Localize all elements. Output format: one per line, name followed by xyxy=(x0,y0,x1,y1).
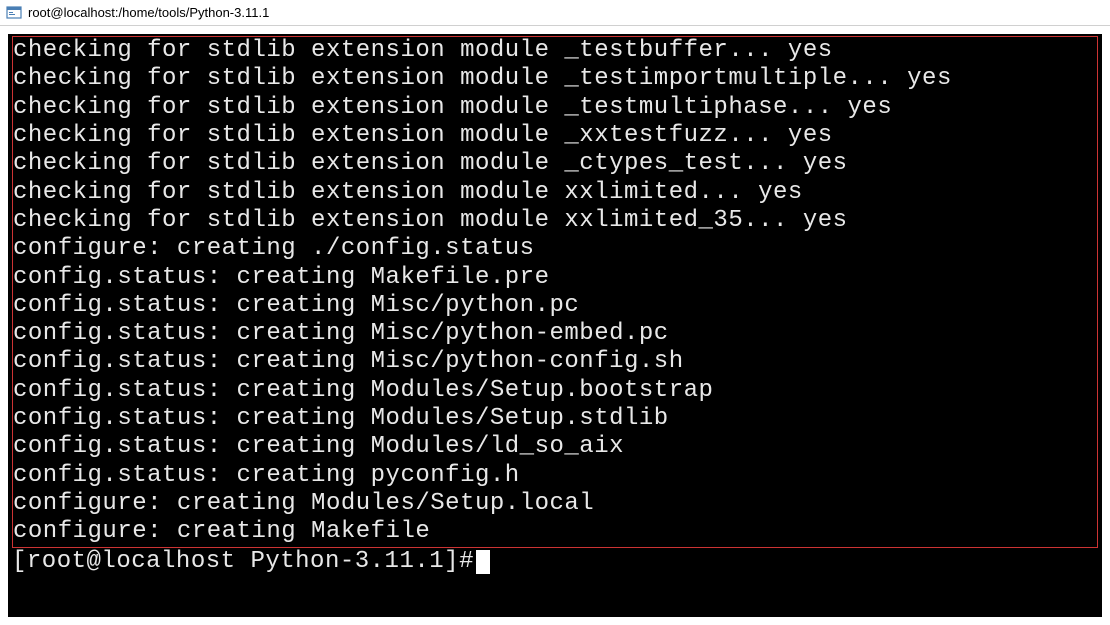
terminal-output-line: config.status: creating Misc/python-conf… xyxy=(13,348,1097,376)
terminal-output-line: config.status: creating Misc/python.pc xyxy=(13,292,1097,320)
terminal-output-block: checking for stdlib extension module _te… xyxy=(12,36,1098,548)
window-title: root@localhost:/home/tools/Python-3.11.1 xyxy=(28,5,269,20)
terminal-output-line: checking for stdlib extension module _te… xyxy=(13,37,1097,65)
window-title-bar: root@localhost:/home/tools/Python-3.11.1 xyxy=(0,0,1110,26)
terminal-cursor xyxy=(476,550,490,574)
terminal-output-line: config.status: creating Modules/Setup.st… xyxy=(13,405,1097,433)
terminal-output-line: checking for stdlib extension module _te… xyxy=(13,94,1097,122)
terminal[interactable]: checking for stdlib extension module _te… xyxy=(8,34,1102,617)
terminal-output-line: checking for stdlib extension module xxl… xyxy=(13,207,1097,235)
terminal-output-line: config.status: creating Misc/python-embe… xyxy=(13,320,1097,348)
terminal-prompt-line[interactable]: [root@localhost Python-3.11.1]# xyxy=(12,548,1098,576)
terminal-output-line: checking for stdlib extension module _te… xyxy=(13,65,1097,93)
terminal-output-line: checking for stdlib extension module _ct… xyxy=(13,150,1097,178)
terminal-output-line: config.status: creating pyconfig.h xyxy=(13,462,1097,490)
terminal-output-line: config.status: creating Modules/Setup.bo… xyxy=(13,377,1097,405)
terminal-output-line: checking for stdlib extension module xxl… xyxy=(13,179,1097,207)
terminal-output-line: checking for stdlib extension module _xx… xyxy=(13,122,1097,150)
terminal-prompt: [root@localhost Python-3.11.1]# xyxy=(12,548,474,576)
terminal-output-line: config.status: creating Makefile.pre xyxy=(13,264,1097,292)
terminal-output-line: config.status: creating Modules/ld_so_ai… xyxy=(13,433,1097,461)
terminal-icon xyxy=(6,5,22,21)
terminal-output-line: configure: creating ./config.status xyxy=(13,235,1097,263)
terminal-container: checking for stdlib extension module _te… xyxy=(0,26,1110,625)
terminal-output-line: configure: creating Modules/Setup.local xyxy=(13,490,1097,518)
terminal-output-line: configure: creating Makefile xyxy=(13,518,1097,546)
